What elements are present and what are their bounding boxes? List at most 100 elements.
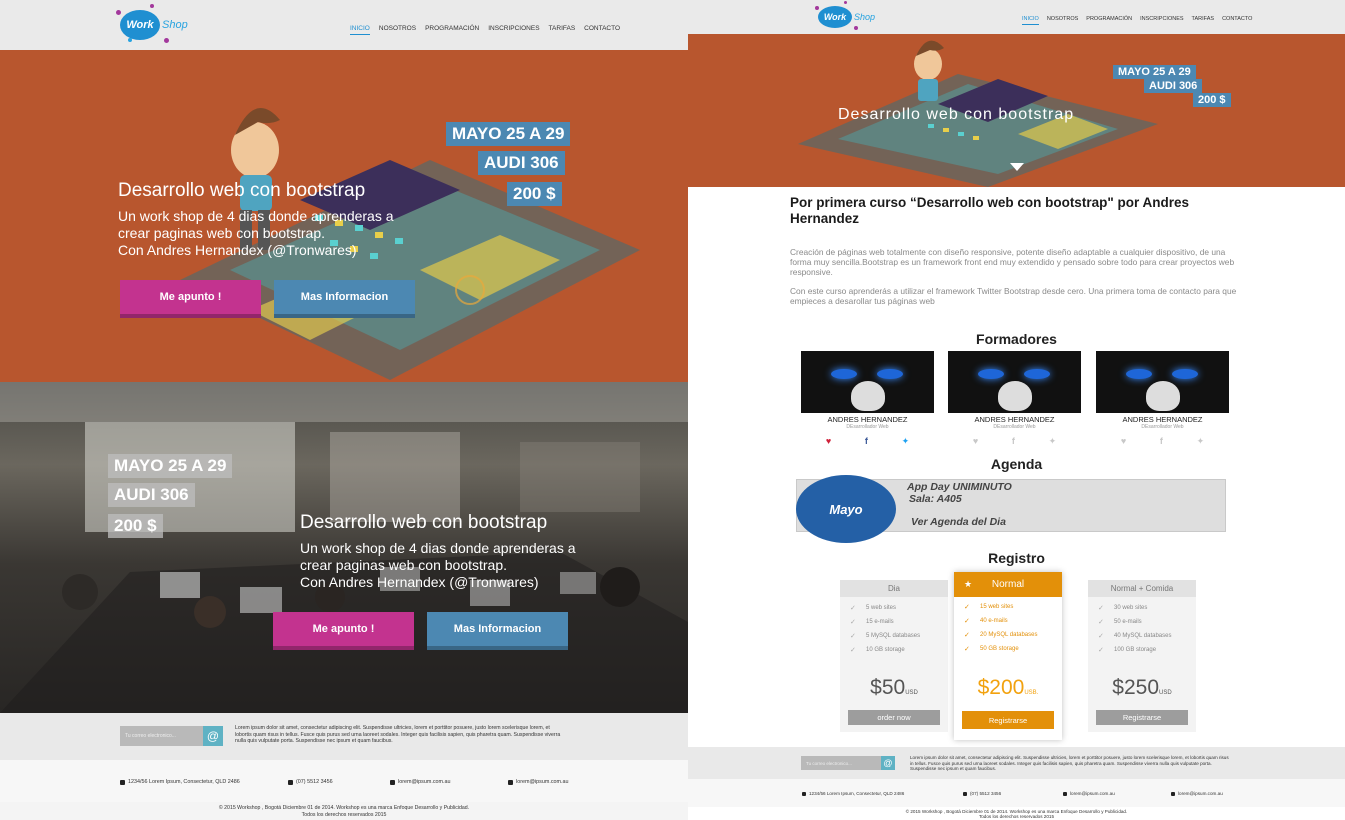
chevron-down-icon[interactable] bbox=[1010, 163, 1024, 171]
plan-feature: 5 MySQL databases bbox=[840, 629, 948, 643]
nav-nosotros[interactable]: NOSOTROS bbox=[1047, 16, 1078, 25]
contact-email-2[interactable]: lorem@ipsum.com.au bbox=[508, 779, 569, 785]
plan-feature: 50 e-mails bbox=[1088, 615, 1196, 629]
at-icon[interactable]: @ bbox=[881, 756, 895, 770]
plan-feature: 30 web sites bbox=[1088, 601, 1196, 615]
heart-icon[interactable]: ♥ bbox=[1121, 436, 1126, 447]
contact-address: 1234/56 Lorem Ipsum, Consectetur, QLD 24… bbox=[120, 779, 240, 785]
star-icon: ★ bbox=[964, 579, 973, 589]
event-price-tag: 200 $ bbox=[108, 514, 163, 538]
at-icon[interactable]: @ bbox=[203, 726, 223, 746]
nav-tarifas[interactable]: TARIFAS bbox=[1192, 16, 1215, 25]
facebook-icon[interactable]: f bbox=[1012, 436, 1015, 447]
mail-icon bbox=[1063, 791, 1067, 796]
contact-address: 1234/56 Lorem Ipsum, Consectetur, QLD 24… bbox=[802, 791, 904, 796]
twitter-icon[interactable]: ✦ bbox=[1049, 436, 1057, 447]
nav-inscripciones[interactable]: INSCRIPCIONES bbox=[1140, 16, 1183, 25]
nav-nosotros[interactable]: NOSOTROS bbox=[379, 25, 416, 35]
more-info-button[interactable]: Mas Informacion bbox=[427, 612, 568, 650]
twitter-icon[interactable]: ✦ bbox=[902, 436, 910, 447]
mail-icon bbox=[508, 779, 513, 785]
newsletter-email-input[interactable]: Tu correo electronico... bbox=[120, 726, 203, 746]
email-text: lorem@ipsum.com.au bbox=[516, 779, 569, 785]
site-logo[interactable]: Work Shop bbox=[815, 1, 876, 30]
event-room-tag: AUDI 306 bbox=[1144, 79, 1203, 93]
nav-programacion[interactable]: PROGRAMACIÓN bbox=[425, 25, 479, 35]
newsletter-text: Lorem ipsum dolor sit amet, consectetur … bbox=[910, 755, 1229, 772]
contact-email-2[interactable]: lorem@ipsum.com.au bbox=[1171, 791, 1223, 796]
address-text: 1234/56 Lorem Ipsum, Consectetur, QLD 24… bbox=[128, 779, 240, 785]
nav-inscripciones[interactable]: INSCRIPCIONES bbox=[488, 25, 539, 35]
email-text: lorem@ipsum.com.au bbox=[1178, 791, 1223, 796]
trainer-photo bbox=[1096, 351, 1229, 413]
facebook-icon[interactable]: f bbox=[1160, 436, 1163, 447]
twitter-icon[interactable]: ✦ bbox=[1197, 436, 1205, 447]
facebook-icon[interactable]: f bbox=[865, 436, 868, 447]
plan-feature: 40 e-mails bbox=[954, 614, 1062, 628]
trainer-card: ANDRES HERNANDEZ DEsarrollador Web ♥ f ✦ bbox=[948, 351, 1081, 447]
pricing-plan-normal: ★ Normal 15 web sites 40 e-mails 20 MySQ… bbox=[954, 572, 1062, 740]
signup-button[interactable]: Me apunto ! bbox=[120, 280, 261, 318]
plan-feature: 20 MySQL databases bbox=[954, 628, 1062, 642]
formadores-title: Formadores bbox=[976, 331, 1057, 347]
newsletter-text: Lorem ipsum dolor sit amet, consectetur … bbox=[235, 725, 561, 745]
email-text: lorem@ipsum.com.au bbox=[398, 779, 451, 785]
trainer-card: ANDRES HERNANDEZ DEsarrollador Web ♥ f ✦ bbox=[801, 351, 934, 447]
agenda-event-name: App Day UNIMINUTO bbox=[907, 481, 1012, 493]
address-text: 1234/56 Lorem Ipsum, Consectetur, QLD 24… bbox=[809, 791, 905, 796]
heart-icon[interactable]: ♥ bbox=[973, 436, 978, 447]
hero-description: Un work shop de 4 dias donde aprenderas … bbox=[300, 540, 576, 590]
event-date-tag: MAYO 25 A 29 bbox=[1113, 65, 1196, 79]
map-pin-icon bbox=[802, 791, 806, 796]
phone-icon bbox=[288, 779, 293, 785]
register-button[interactable]: Registrarse bbox=[962, 711, 1054, 729]
agenda-link[interactable]: Ver Agenda del Dia bbox=[911, 516, 1006, 528]
logo-shop: Shop bbox=[162, 19, 188, 31]
site-logo[interactable]: Work Shop bbox=[116, 4, 188, 43]
trainer-social: ♥ f ✦ bbox=[801, 436, 934, 447]
right-page-mockup: Work Shop INICIO NOSOTROS PROGRAMACIÓN I… bbox=[688, 0, 1345, 820]
more-info-button[interactable]: Mas Informacion bbox=[274, 280, 415, 318]
phone-icon bbox=[963, 791, 967, 796]
hero-title: Desarrollo web con bootstrap bbox=[118, 180, 366, 201]
order-now-button[interactable]: order now bbox=[848, 710, 940, 725]
plan-feature: 15 web sites bbox=[954, 600, 1062, 614]
trainer-role: DEsarrollador Web bbox=[846, 424, 889, 430]
mail-icon bbox=[1171, 791, 1175, 796]
price-amount: $50 bbox=[870, 676, 906, 699]
trainer-role: DEsarrollador Web bbox=[1141, 424, 1184, 430]
plan-feature: 50 GB storage bbox=[954, 642, 1062, 656]
event-date-tag: MAYO 25 A 29 bbox=[108, 454, 233, 478]
plan-feature: 15 e-mails bbox=[840, 615, 948, 629]
plan-feature: 40 MySQL databases bbox=[1088, 629, 1196, 643]
hero-text: Desarrollo web con bootstrap Un work sho… bbox=[118, 180, 418, 259]
hero-title: Desarrollo web con bootstrap bbox=[838, 106, 1075, 123]
plan-name: Dia bbox=[840, 580, 948, 597]
nav-inicio[interactable]: INICIO bbox=[350, 25, 370, 35]
newsletter-section: Tu correo electronico... @ Lorem ipsum d… bbox=[0, 713, 688, 760]
nav-programacion[interactable]: PROGRAMACIÓN bbox=[1086, 16, 1132, 25]
price-unit: USD bbox=[905, 690, 918, 696]
plan-price: $200USB. bbox=[954, 676, 1062, 700]
logo-shop: Shop bbox=[854, 12, 876, 22]
nav-inicio[interactable]: INICIO bbox=[1022, 16, 1039, 25]
signup-button[interactable]: Me apunto ! bbox=[273, 612, 414, 650]
map-pin-icon bbox=[120, 779, 125, 785]
nav-tarifas[interactable]: TARIFAS bbox=[549, 25, 576, 35]
main-nav: INICIO NOSOTROS PROGRAMACIÓN INSCRIPCION… bbox=[1022, 16, 1252, 25]
contact-email-1[interactable]: lorem@ipsum.com.au bbox=[390, 779, 451, 785]
plan-name: Normal + Comida bbox=[1088, 580, 1196, 597]
trainer-social: ♥ f ✦ bbox=[948, 436, 1081, 447]
register-button[interactable]: Registrarse bbox=[1096, 710, 1188, 725]
nav-contacto[interactable]: CONTACTO bbox=[584, 25, 620, 35]
event-date-tag: MAYO 25 A 29 bbox=[446, 122, 571, 146]
heart-icon[interactable]: ♥ bbox=[826, 436, 831, 447]
trainer-name: ANDRES HERNANDEZ bbox=[827, 415, 908, 424]
newsletter-email-input[interactable]: Tu correo electronico... bbox=[801, 756, 881, 770]
trainer-photo bbox=[948, 351, 1081, 413]
hero-banner: MAYO 25 A 29 AUDI 306 200 $ Desarrollo w… bbox=[688, 34, 1345, 187]
nav-contacto[interactable]: CONTACTO bbox=[1222, 16, 1252, 25]
contact-email-1[interactable]: lorem@ipsum.com.au bbox=[1063, 791, 1115, 796]
intro-paragraph-1: Creación de páginas web totalmente con d… bbox=[790, 247, 1235, 277]
contact-phone: (07) 5512 3456 bbox=[963, 791, 1001, 796]
